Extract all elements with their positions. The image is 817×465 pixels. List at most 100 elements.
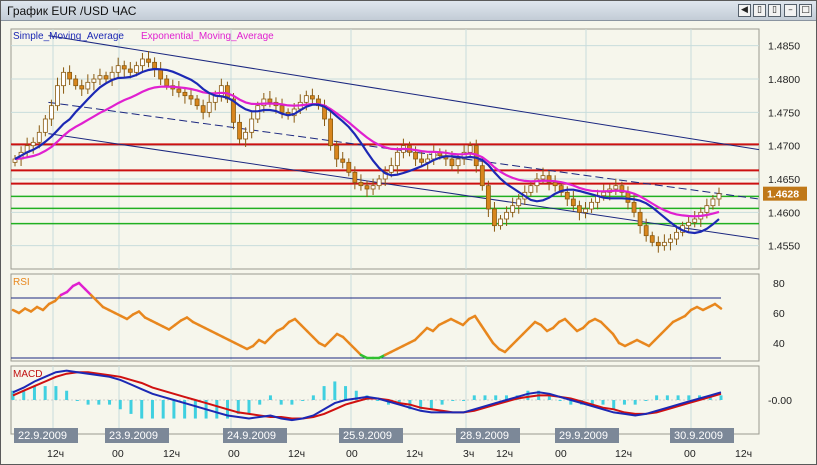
candle-body [510,205,516,213]
candle-body [455,158,461,167]
candle-body [42,118,48,133]
candle-body [692,218,698,223]
scroll-left-button[interactable]: ◀ [738,4,751,17]
date-label-text: 23.9.2009 [109,430,158,442]
candle-body [643,225,649,237]
price-tick-label: 1.4800 [768,74,800,86]
macd-histogram-bar [655,395,659,400]
candle-body [485,185,491,210]
current-price-label: 1.4628 [767,189,799,201]
title-bar[interactable]: График EUR /USD ЧАС ◀ ▯ ▯ – □ [1,1,816,21]
candle-body [504,211,509,220]
macd-histogram-bar [601,400,605,405]
rsi-tick-label: 60 [773,308,785,320]
candle-body [686,221,692,227]
candle-body [303,95,309,103]
hour-label: 12ч [163,448,180,460]
candle-body [109,71,115,80]
rsi-tick-label: 80 [773,278,785,290]
hour-label: 12ч [496,448,513,460]
candle-body [127,68,133,73]
macd-histogram-bar [440,400,444,405]
macd-histogram-bar [86,400,90,405]
candle-body [279,105,285,113]
candle-body [176,88,182,93]
date-label-text: 30.9.2009 [674,430,723,442]
date-label-text: 25.9.2009 [343,430,392,442]
hour-label: 00 [228,448,240,460]
macd-histogram-bar [97,400,101,405]
candle-body [200,105,206,113]
candle-body [267,98,273,103]
legend-ema: Exponential_Moving_Average [141,31,274,42]
rsi-tick-label: 40 [773,338,785,350]
macd-histogram-bar [258,400,262,405]
candle-body [352,171,358,183]
macd-histogram-bar [32,386,36,400]
hour-label: 12ч [615,448,632,460]
price-tick-label: 1.4750 [768,107,800,119]
candle-body [218,85,224,97]
candle-body [589,201,594,210]
macd-histogram-bar [676,395,680,400]
candle-body [655,241,661,247]
price-tick-label: 1.4850 [768,41,800,53]
candle-body [188,95,194,100]
candle-body [97,75,103,80]
date-label-3: 25.9.2009 [339,428,403,443]
chart-window: График EUR /USD ЧАС ◀ ▯ ▯ – □ 1.4850 1.48… [0,0,817,465]
chart-canvas: 1.4850 1.4800 1.4750 1.4700 1.4650 1.4600 1.45… [10,28,807,460]
macd-histogram-bar [215,400,219,419]
macd-histogram-bar [622,400,626,405]
date-label-text: 22.9.2009 [18,430,67,442]
macd-histogram-bar [193,400,197,419]
candle-body [564,191,570,200]
toolbar-button[interactable]: ▯ [753,4,766,17]
candle-body [516,198,522,207]
price-tick-label: 1.4550 [768,241,800,253]
candle-body [498,218,503,227]
macd-histogram-bar [311,395,315,400]
macd-histogram-bar [644,400,648,401]
hour-label: 3ч [463,448,474,460]
candle-body [206,101,212,113]
date-label-text: 28.9.2009 [460,430,509,442]
maximize-button[interactable]: □ [799,4,812,17]
toolbar-button-2[interactable]: ▯ [768,4,781,17]
macd-histogram-bar [54,386,58,400]
candle-body [583,208,588,213]
date-label-text: 24.9.2009 [227,430,276,442]
macd-histogram-bar [108,400,112,405]
macd-histogram-bar [279,400,283,405]
candle-body [492,208,497,227]
candle-body [716,193,722,200]
date-label-4: 28.9.2009 [456,428,520,443]
candle-body [346,161,352,173]
macd-histogram-bar [719,395,723,400]
price-tick-label: 1.4650 [768,174,800,186]
macd-histogram-bar [268,395,272,400]
macd-histogram-bar [118,400,122,410]
macd-histogram-bar [687,395,691,400]
hour-label: 12ч [288,448,305,460]
macd-histogram-bar [483,395,487,400]
macd-histogram-bar [290,400,294,405]
candle-body [394,151,400,167]
candle-body [85,81,91,90]
date-label-0: 22.9.2009 [14,428,78,443]
candle-body [103,75,109,80]
candle-body [413,151,418,160]
window-title: График EUR /USD ЧАС [7,4,137,18]
macd-histogram-bar [75,400,79,401]
candle-body [528,185,534,193]
candle-body [121,65,127,70]
macd-histogram-bar [462,400,466,401]
macd-histogram-bar [612,400,616,410]
candle-body [668,238,673,243]
candle-body [55,85,60,107]
minimize-button[interactable]: – [784,4,797,17]
candle-body [115,65,121,73]
price-tick-label: 1.4700 [768,141,800,153]
candle-body [61,71,66,87]
hour-label: 00 [112,448,124,460]
